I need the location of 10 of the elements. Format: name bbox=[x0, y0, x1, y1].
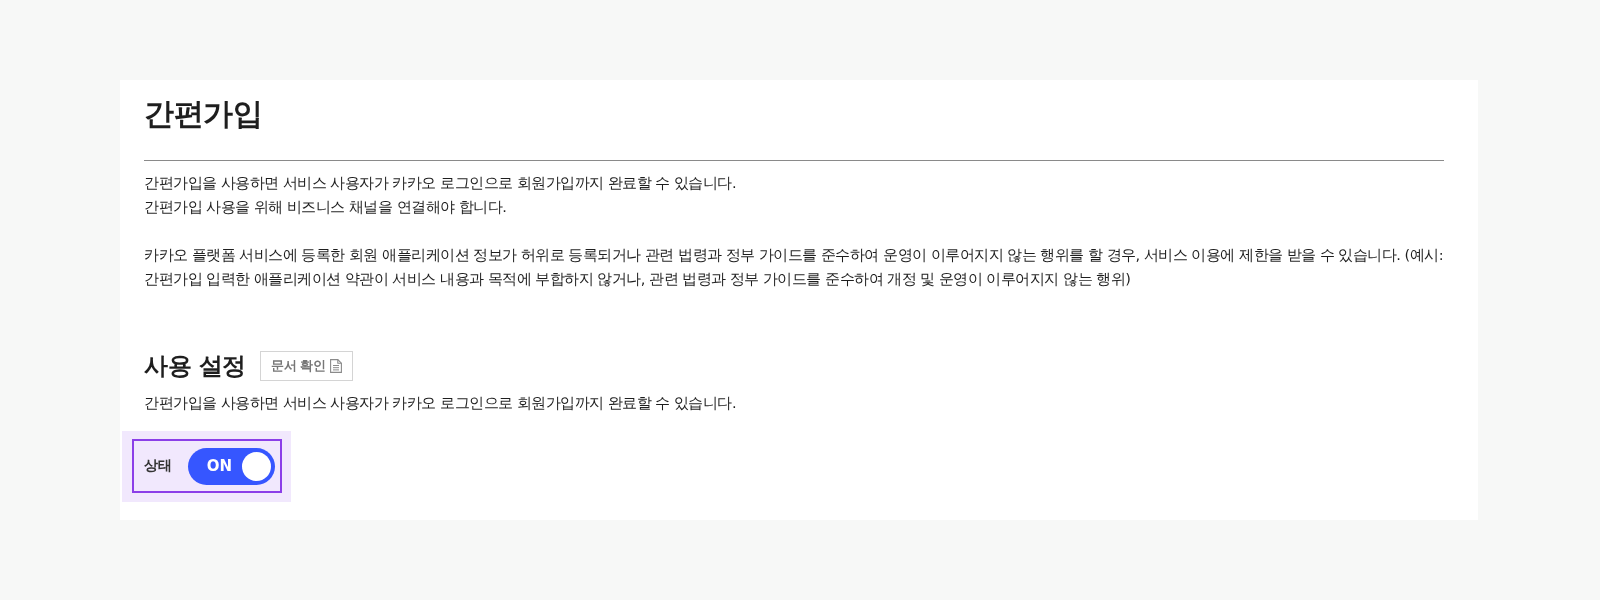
section-description: 간편가입을 사용하면 서비스 사용자가 카카오 로그인으로 회원가입까지 완료할 수 있습니다. bbox=[144, 394, 737, 413]
page-title: 간편가입 bbox=[144, 95, 262, 133]
document-button[interactable]: 문서 확인 bbox=[259, 351, 353, 381]
intro-text: 간편가입 사용을 위해 비즈니스 채널을 연결해야 합니다. bbox=[144, 198, 507, 217]
document-icon bbox=[329, 359, 342, 373]
status-label: 상태 bbox=[144, 457, 172, 475]
section-heading: 사용 설정 bbox=[144, 351, 246, 382]
notice-text: 카카오 플랫폼 서비스에 등록한 회원 애플리케이션 정보가 허위로 등록되거나 관련 법령과 정부 가이드를 준수하여 운영이 이루어지지 않는 행위를 할 경우, 서비스 이용에 제한을 받을 수 있습니다. (예시: 간편가입 입력한 애플리케이션 약관이 서비스 내용과 목적에 부합하지 않거나, 관련 법령과 정부 가이드를 준수하여 개정 및 운영이 이루어지지 않는 행위) bbox=[144, 246, 1444, 289]
status-toggle[interactable]: ON bbox=[188, 447, 275, 485]
intro-text: 간편가입을 사용하면 서비스 사용자가 카카오 로그인으로 회원가입까지 완료할 수 있습니다. bbox=[144, 174, 737, 193]
